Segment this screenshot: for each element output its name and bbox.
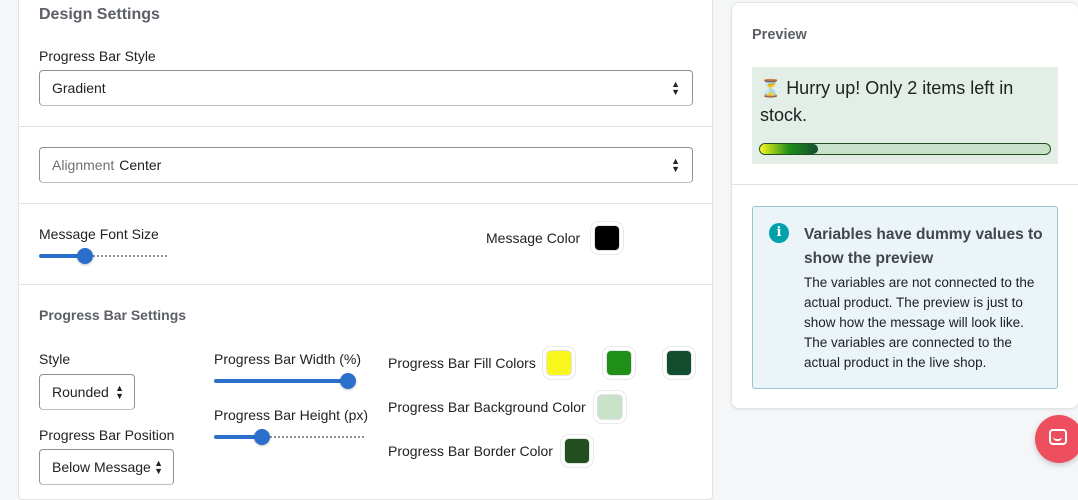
alignment-value: Center [119,157,162,173]
fill-color-1-swatch[interactable] [547,351,571,375]
slider-thumb[interactable] [254,429,270,445]
hourglass-icon: ⏳ [760,79,782,98]
bar-style-select[interactable]: Gradient ▲ ▼ [39,70,693,106]
chat-launcher-button[interactable] [1035,415,1078,463]
slider-thumb[interactable] [340,373,356,389]
select-arrows-icon: ▲ ▼ [115,383,124,401]
slider-thumb[interactable] [77,248,93,264]
design-settings-card: Design Settings Progress Bar Style Gradi… [18,0,713,500]
info-banner-title: Variables have dummy values to show the … [804,226,1043,267]
fill-color-3-swatch[interactable] [667,351,691,375]
fill-colors-label: Progress Bar Fill Colors [388,355,536,371]
info-icon: i [769,223,789,243]
style-label: Style [39,351,71,367]
message-color-swatch[interactable] [595,226,619,250]
font-size-slider[interactable] [39,248,169,264]
width-label: Progress Bar Width (%) [214,351,362,367]
divider [19,203,712,204]
style-select[interactable]: Rounded ▲ ▼ [39,374,135,410]
info-banner-body: The variables are not connected to the a… [804,275,1035,370]
bg-color-swatch[interactable] [598,395,622,419]
preview-message: ⏳ Hurry up! Only 2 items left in stock. [760,75,1050,129]
width-slider[interactable] [214,373,356,389]
select-arrows-icon: ▲ ▼ [671,79,680,97]
preview-progress-fill [760,144,818,154]
divider [19,126,712,127]
bar-style-label: Progress Bar Style [39,48,156,64]
style-value: Rounded [52,384,109,400]
select-arrows-icon: ▲ ▼ [154,458,163,476]
bar-style-value: Gradient [52,80,106,96]
preview-progress-bar [759,143,1051,155]
preview-message-text: Hurry up! Only 2 items left in stock. [760,78,1014,125]
fill-color-2-swatch[interactable] [607,351,631,375]
preview-card: Preview ⏳ Hurry up! Only 2 items left in… [731,2,1078,409]
message-color-label: Message Color [486,230,581,246]
info-banner: i Variables have dummy values to show th… [752,206,1058,389]
bg-color-label: Progress Bar Background Color [388,399,586,415]
border-color-label: Progress Bar Border Color [388,443,553,459]
border-color-swatch[interactable] [565,439,589,463]
design-settings-title: Design Settings [39,6,160,23]
font-size-label: Message Font Size [39,226,159,242]
divider [732,184,1078,185]
height-label: Progress Bar Height (px) [214,407,369,423]
position-value: Below Message [52,459,151,475]
divider [19,284,712,285]
preview-title: Preview [752,27,807,43]
progress-settings-title: Progress Bar Settings [39,307,187,323]
alignment-select[interactable]: Alignment Center ▲ ▼ [39,147,693,183]
height-slider[interactable] [214,429,364,445]
select-arrows-icon: ▲ ▼ [671,156,680,174]
position-label: Progress Bar Position [39,427,175,443]
position-select[interactable]: Below Message ▲ ▼ [39,449,174,485]
alignment-prefix: Alignment [52,157,115,173]
preview-box: ⏳ Hurry up! Only 2 items left in stock. [752,67,1058,164]
